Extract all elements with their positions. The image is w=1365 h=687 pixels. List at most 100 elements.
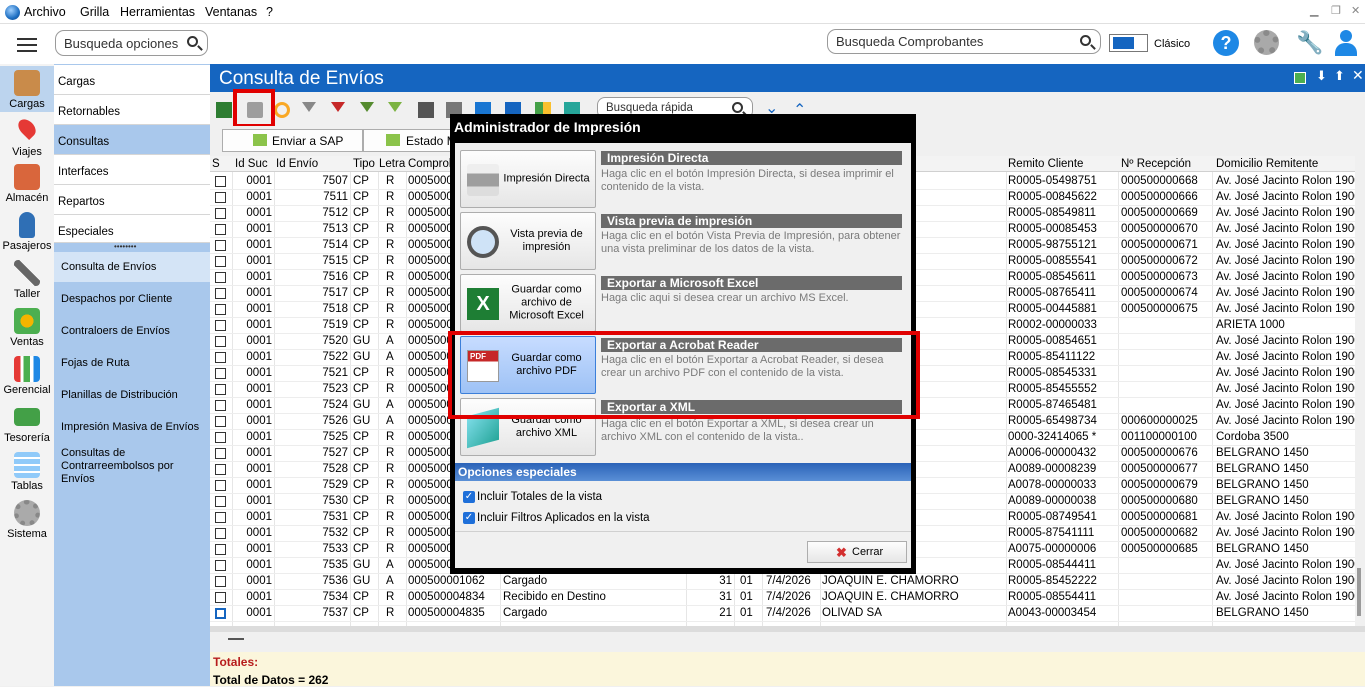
arrow-down-icon[interactable]: ⬇: [1316, 68, 1327, 84]
col-header-tipo[interactable]: Tipo: [353, 158, 375, 170]
menu-help[interactable]: ?: [266, 5, 273, 19]
row-select-checkbox[interactable]: [215, 384, 226, 395]
row-select-checkbox[interactable]: [215, 512, 226, 523]
settings-gear-icon[interactable]: [1254, 30, 1279, 55]
row-select-checkbox[interactable]: [215, 208, 226, 219]
submenu-item-planillas[interactable]: Planillas de Distribución: [54, 389, 210, 402]
close-button[interactable]: ✖ Cerrar: [807, 541, 907, 563]
menu-ventanas[interactable]: Ventanas: [205, 5, 257, 19]
search-icon[interactable]: [732, 102, 743, 113]
restore-icon[interactable]: ❐: [1331, 4, 1341, 17]
module-pasajeros[interactable]: Pasajeros: [0, 212, 54, 252]
submenu-item-despachos[interactable]: Despachos por Cliente: [54, 293, 210, 306]
row-select-checkbox[interactable]: [215, 464, 226, 475]
submenu-section-interfaces[interactable]: Interfaces: [54, 155, 210, 185]
estado-button[interactable]: Estado M: [363, 129, 458, 152]
row-select-checkbox[interactable]: [215, 224, 226, 235]
search-icon[interactable]: [187, 36, 198, 47]
menu-grilla[interactable]: Grilla: [80, 5, 109, 19]
table-row[interactable]: 0001 7536 GU A 000500001062 Cargado 31 01 7/4/20…: [210, 574, 1355, 590]
col-header-idsuc[interactable]: Id Suc: [235, 158, 268, 170]
row-select-checkbox[interactable]: [215, 320, 226, 331]
row-select-checkbox[interactable]: [215, 400, 226, 411]
wrench-icon[interactable]: 🔧: [1296, 30, 1323, 55]
table-row[interactable]: 0001 7537 CP R 000500004835 Cargado 21 01 7/4/20…: [210, 606, 1355, 622]
module-viajes[interactable]: Viajes: [0, 115, 54, 158]
col-header-idenvio[interactable]: Id Envío: [276, 158, 318, 170]
row-select-checkbox[interactable]: [215, 304, 226, 315]
row-select-checkbox[interactable]: [215, 192, 226, 203]
menu-archivo[interactable]: Archivo: [24, 5, 66, 19]
find-icon[interactable]: [274, 102, 290, 118]
collapse-icon[interactable]: [228, 638, 244, 640]
row-select-checkbox[interactable]: [215, 608, 226, 619]
minimize-icon[interactable]: ▁: [1310, 4, 1318, 17]
row-select-checkbox[interactable]: [215, 336, 226, 347]
module-ventas[interactable]: Ventas: [0, 308, 54, 348]
search-options-input[interactable]: Busqueda opciones: [55, 30, 208, 56]
search-icon[interactable]: [1080, 35, 1091, 46]
submenu-item-contrarreembolsos[interactable]: Consultas de Contrarreembolsos por Envío…: [54, 447, 204, 486]
direct-print-button[interactable]: Impresión Directa: [460, 150, 596, 208]
submenu-item-fojas[interactable]: Fojas de Ruta: [54, 357, 210, 370]
row-select-checkbox[interactable]: [215, 528, 226, 539]
user-icon[interactable]: [1334, 30, 1358, 58]
menu-herramientas[interactable]: Herramientas: [120, 5, 195, 19]
submenu-section-especiales[interactable]: Especiales: [54, 215, 210, 243]
submenu-section-repartos[interactable]: Repartos: [54, 185, 210, 215]
module-tesoreria[interactable]: Tesorería: [0, 404, 54, 444]
search-vouchers-input[interactable]: Busqueda Comprobantes: [827, 29, 1101, 54]
close-icon[interactable]: ✕: [1351, 4, 1360, 17]
row-select-checkbox[interactable]: [215, 256, 226, 267]
submenu-item-contraloers[interactable]: Contraloers de Envíos: [54, 325, 210, 338]
submenu-item-consulta-envios[interactable]: Consulta de Envíos: [54, 252, 210, 282]
include-totals-checkbox[interactable]: ✓: [463, 491, 475, 503]
row-select-checkbox[interactable]: [215, 288, 226, 299]
row-select-checkbox[interactable]: [215, 272, 226, 283]
table-row[interactable]: 0001 7534 CP R 000500004834 Recibido en Desti…: [210, 590, 1355, 606]
row-select-checkbox[interactable]: [215, 416, 226, 427]
row-select-checkbox[interactable]: [215, 352, 226, 363]
arrow-up-icon[interactable]: ⬆: [1334, 68, 1345, 84]
hamburger-menu-icon[interactable]: [17, 38, 37, 52]
submenu-section-cargas[interactable]: Cargas: [54, 65, 210, 95]
submenu-section-consultas[interactable]: Consultas: [54, 125, 210, 155]
layout-icon[interactable]: [1294, 72, 1306, 84]
row-select-checkbox[interactable]: [215, 544, 226, 555]
export-excel-button[interactable]: X Guardar como archivo de Microsoft Exce…: [460, 274, 596, 332]
row-select-checkbox[interactable]: [215, 576, 226, 587]
row-select-checkbox[interactable]: [215, 480, 226, 491]
row-select-checkbox[interactable]: [215, 176, 226, 187]
submenu-item-impresion-masiva[interactable]: Impresión Masiva de Envíos: [54, 421, 210, 434]
module-sistema[interactable]: Sistema: [0, 500, 54, 540]
filter-icon[interactable]: [302, 102, 316, 116]
splitter-grip[interactable]: ••••••••: [114, 242, 136, 251]
module-taller[interactable]: Taller: [0, 260, 54, 300]
print-all-icon[interactable]: [418, 102, 434, 118]
col-header-domicilio[interactable]: Domicilio Remitente: [1216, 158, 1318, 170]
filter-add-icon[interactable]: [388, 102, 402, 116]
module-cargas[interactable]: Cargas: [0, 66, 54, 112]
send-sap-button[interactable]: Enviar a SAP: [222, 129, 363, 152]
clear-filter-icon[interactable]: [331, 102, 345, 116]
filter-selection-icon[interactable]: [360, 102, 374, 116]
include-totals-label[interactable]: Incluir Totales de la vista: [477, 491, 602, 503]
row-select-checkbox[interactable]: [215, 496, 226, 507]
vertical-scrollbar[interactable]: [1355, 156, 1365, 626]
theme-toggle[interactable]: [1109, 34, 1148, 52]
col-header-comprob[interactable]: Comprob: [408, 158, 455, 170]
row-select-checkbox[interactable]: [215, 368, 226, 379]
module-almacen[interactable]: Almacén: [0, 164, 54, 204]
submenu-section-retornables[interactable]: Retornables: [54, 95, 210, 125]
col-header-remito[interactable]: Remito Cliente: [1008, 158, 1083, 170]
module-tablas[interactable]: Tablas: [0, 452, 54, 492]
row-select-checkbox[interactable]: [215, 560, 226, 571]
col-header-s[interactable]: S: [212, 158, 220, 170]
help-icon[interactable]: ?: [1213, 30, 1239, 56]
edit-icon[interactable]: [216, 102, 232, 118]
row-select-checkbox[interactable]: [215, 448, 226, 459]
module-gerencial[interactable]: Gerencial: [0, 356, 54, 396]
row-select-checkbox[interactable]: [215, 592, 226, 603]
close-view-icon[interactable]: ✕: [1352, 67, 1364, 84]
row-select-checkbox[interactable]: [215, 240, 226, 251]
